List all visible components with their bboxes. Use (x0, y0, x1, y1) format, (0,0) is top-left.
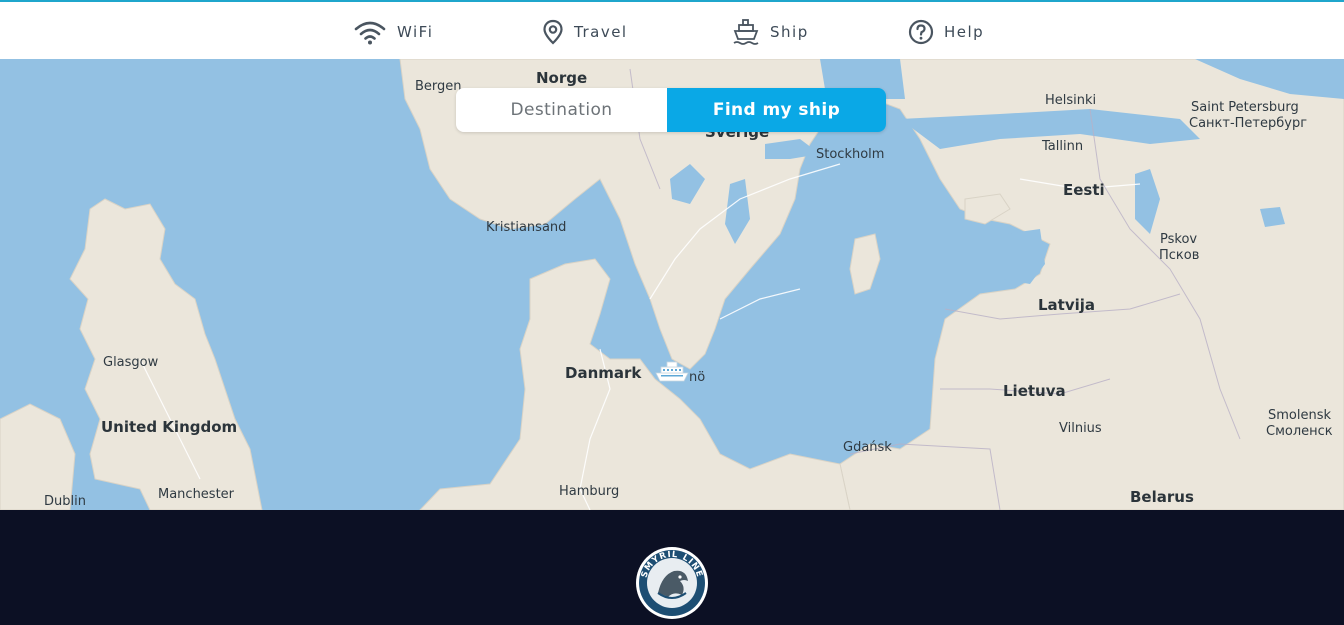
place-belarus: Belarus (1130, 488, 1194, 506)
place-dublin: Dublin (44, 494, 86, 509)
place-norge: Norge (536, 69, 588, 87)
location-pin-icon (542, 19, 564, 45)
place-latvija: Latvija (1038, 296, 1096, 314)
place-united-kingdom: United Kingdom (101, 418, 238, 436)
place-lietuva: Lietuva (1003, 382, 1066, 400)
place-hamburg: Hamburg (559, 484, 620, 499)
place-kristiansand: Kristiansand (486, 220, 567, 235)
place-danmark: Danmark (565, 364, 642, 382)
place-bergen: Bergen (415, 79, 462, 94)
ship-position-marker[interactable] (655, 361, 689, 387)
nav-label-ship: Ship (770, 23, 809, 41)
ship-icon (732, 18, 760, 46)
place-malmo: nö (689, 370, 706, 385)
place-pskov-ru: Псков (1159, 248, 1200, 263)
wifi-icon (353, 18, 387, 46)
help-icon (908, 19, 934, 45)
place-manchester: Manchester (158, 487, 235, 502)
ship-map[interactable]: Bergen Norge Sverige Stockholm Kristians… (0, 59, 1344, 510)
nav-label-travel: Travel (574, 23, 628, 41)
nav-item-help[interactable]: Help (908, 18, 984, 46)
place-pskov: Pskov (1160, 232, 1198, 247)
place-tallinn: Tallinn (1042, 139, 1084, 154)
nav-label-help: Help (944, 23, 985, 41)
place-saint-petersburg: Saint Petersburg (1191, 100, 1299, 115)
place-saint-petersburg-ru: Санкт-Петербург (1189, 116, 1308, 131)
nav-item-ship[interactable]: Ship (732, 18, 809, 46)
find-my-ship-tab[interactable]: Find my ship (667, 88, 886, 132)
view-toggle: Destination Find my ship (456, 88, 886, 132)
nav-label-wifi: WiFi (397, 23, 434, 41)
destination-tab[interactable]: Destination (456, 88, 667, 132)
place-stockholm: Stockholm (816, 147, 885, 162)
nav-item-travel[interactable]: Travel (542, 18, 628, 46)
place-gdansk: Gdańsk (843, 440, 892, 455)
place-smolensk: Smolensk (1268, 408, 1332, 423)
place-smolensk-ru: Смоленск (1266, 424, 1333, 439)
place-vilnius: Vilnius (1059, 421, 1102, 436)
footer: SMYRIL LINE (0, 510, 1344, 625)
place-eesti: Eesti (1063, 181, 1105, 199)
smyril-line-logo[interactable]: SMYRIL LINE (634, 545, 710, 625)
place-helsinki: Helsinki (1045, 93, 1097, 108)
top-navigation: WiFi Travel Ship Help (0, 2, 1344, 59)
ferry-icon (655, 361, 689, 382)
place-glasgow: Glasgow (103, 355, 159, 370)
nav-item-wifi[interactable]: WiFi (353, 18, 433, 46)
